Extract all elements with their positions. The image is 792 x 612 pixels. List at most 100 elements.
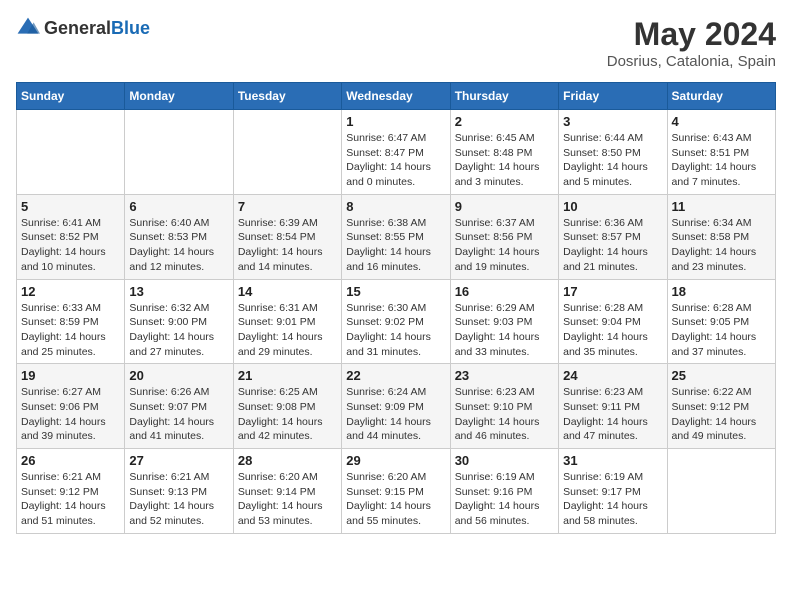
weekday-header-sunday: Sunday <box>17 83 125 110</box>
day-info: Sunrise: 6:23 AMSunset: 9:10 PMDaylight:… <box>455 385 554 444</box>
calendar-cell <box>125 110 233 195</box>
day-number: 17 <box>563 284 662 299</box>
calendar-cell: 2Sunrise: 6:45 AMSunset: 8:48 PMDaylight… <box>450 110 558 195</box>
calendar-table: SundayMondayTuesdayWednesdayThursdayFrid… <box>16 82 776 534</box>
day-info: Sunrise: 6:20 AMSunset: 9:15 PMDaylight:… <box>346 470 445 529</box>
day-info: Sunrise: 6:41 AMSunset: 8:52 PMDaylight:… <box>21 216 120 275</box>
day-info: Sunrise: 6:26 AMSunset: 9:07 PMDaylight:… <box>129 385 228 444</box>
weekday-header-friday: Friday <box>559 83 667 110</box>
calendar-cell: 26 Sunrise: 6:21 AMSunset: 9:12 PMDayligh… <box>17 449 125 534</box>
calendar-cell: 7 Sunrise: 6:39 AMSunset: 8:54 PMDaylight… <box>233 194 341 279</box>
calendar-week-5: 26 Sunrise: 6:21 AMSunset: 9:12 PMDayligh… <box>17 449 776 534</box>
calendar-cell: 27 Sunrise: 6:21 AMSunset: 9:13 PMDayligh… <box>125 449 233 534</box>
logo-blue: Blue <box>111 18 150 38</box>
day-info: Sunrise: 6:23 AMSunset: 9:11 PMDaylight:… <box>563 385 662 444</box>
day-info: Sunrise: 6:19 AMSunset: 9:16 PMDaylight:… <box>455 470 554 529</box>
day-number: 5 <box>21 199 120 214</box>
page-header: GeneralBlue May 2024 Dosrius, Catalonia,… <box>16 16 776 70</box>
day-info: Sunrise: 6:36 AMSunset: 8:57 PMDaylight:… <box>563 216 662 275</box>
day-info: Sunrise: 6:27 AMSunset: 9:06 PMDaylight:… <box>21 385 120 444</box>
calendar-cell: 17Sunrise: 6:28 AMSunset: 9:04 PMDayligh… <box>559 279 667 364</box>
calendar-cell <box>667 449 775 534</box>
calendar-cell: 24 Sunrise: 6:23 AMSunset: 9:11 PMDayligh… <box>559 364 667 449</box>
day-info: Sunrise: 6:32 AMSunset: 9:00 PMDaylight:… <box>129 301 228 360</box>
day-info: Sunrise: 6:38 AMSunset: 8:55 PMDaylight:… <box>346 216 445 275</box>
calendar-cell: 20 Sunrise: 6:26 AMSunset: 9:07 PMDayligh… <box>125 364 233 449</box>
calendar-week-4: 19 Sunrise: 6:27 AMSunset: 9:06 PMDayligh… <box>17 364 776 449</box>
calendar-header-row: SundayMondayTuesdayWednesdayThursdayFrid… <box>17 83 776 110</box>
day-number: 1 <box>346 114 445 129</box>
day-number: 27 <box>129 453 228 468</box>
day-info: Sunrise: 6:20 AMSunset: 9:14 PMDaylight:… <box>238 470 337 529</box>
calendar-cell: 15 Sunrise: 6:30 AMSunset: 9:02 PMDayligh… <box>342 279 450 364</box>
weekday-header-tuesday: Tuesday <box>233 83 341 110</box>
calendar-cell: 22Sunrise: 6:24 AMSunset: 9:09 PMDayligh… <box>342 364 450 449</box>
calendar-cell: 11Sunrise: 6:34 AMSunset: 8:58 PMDayligh… <box>667 194 775 279</box>
calendar-cell: 21 Sunrise: 6:25 AMSunset: 9:08 PMDayligh… <box>233 364 341 449</box>
day-number: 21 <box>238 368 337 383</box>
calendar-cell: 3 Sunrise: 6:44 AMSunset: 8:50 PMDaylight… <box>559 110 667 195</box>
calendar-cell: 29 Sunrise: 6:20 AMSunset: 9:15 PMDayligh… <box>342 449 450 534</box>
day-info: Sunrise: 6:37 AMSunset: 8:56 PMDaylight:… <box>455 216 554 275</box>
day-info: Sunrise: 6:22 AMSunset: 9:12 PMDaylight:… <box>672 385 771 444</box>
day-info: Sunrise: 6:45 AMSunset: 8:48 PMDaylight:… <box>455 131 554 190</box>
calendar-cell: 23Sunrise: 6:23 AMSunset: 9:10 PMDayligh… <box>450 364 558 449</box>
day-number: 9 <box>455 199 554 214</box>
day-number: 8 <box>346 199 445 214</box>
logo: GeneralBlue <box>16 16 150 40</box>
calendar-week-2: 5 Sunrise: 6:41 AMSunset: 8:52 PMDaylight… <box>17 194 776 279</box>
day-info: Sunrise: 6:19 AMSunset: 9:17 PMDaylight:… <box>563 470 662 529</box>
day-info: Sunrise: 6:30 AMSunset: 9:02 PMDaylight:… <box>346 301 445 360</box>
day-info: Sunrise: 6:44 AMSunset: 8:50 PMDaylight:… <box>563 131 662 190</box>
day-info: Sunrise: 6:28 AMSunset: 9:05 PMDaylight:… <box>672 301 771 360</box>
day-number: 7 <box>238 199 337 214</box>
day-number: 19 <box>21 368 120 383</box>
calendar-cell: 16 Sunrise: 6:29 AMSunset: 9:03 PMDayligh… <box>450 279 558 364</box>
calendar-cell: 9 Sunrise: 6:37 AMSunset: 8:56 PMDaylight… <box>450 194 558 279</box>
logo-icon <box>16 16 40 40</box>
calendar-week-3: 12 Sunrise: 6:33 AMSunset: 8:59 PMDayligh… <box>17 279 776 364</box>
calendar-cell: 19 Sunrise: 6:27 AMSunset: 9:06 PMDayligh… <box>17 364 125 449</box>
calendar-cell: 14Sunrise: 6:31 AMSunset: 9:01 PMDayligh… <box>233 279 341 364</box>
day-number: 15 <box>346 284 445 299</box>
day-number: 22 <box>346 368 445 383</box>
day-number: 3 <box>563 114 662 129</box>
day-number: 13 <box>129 284 228 299</box>
weekday-header-wednesday: Wednesday <box>342 83 450 110</box>
location-subtitle: Dosrius, Catalonia, Spain <box>607 53 776 70</box>
day-info: Sunrise: 6:39 AMSunset: 8:54 PMDaylight:… <box>238 216 337 275</box>
day-info: Sunrise: 6:25 AMSunset: 9:08 PMDaylight:… <box>238 385 337 444</box>
calendar-cell: 31Sunrise: 6:19 AMSunset: 9:17 PMDayligh… <box>559 449 667 534</box>
main-title: May 2024 <box>607 16 776 53</box>
day-number: 12 <box>21 284 120 299</box>
day-number: 24 <box>563 368 662 383</box>
calendar-cell: 8 Sunrise: 6:38 AMSunset: 8:55 PMDaylight… <box>342 194 450 279</box>
day-number: 26 <box>21 453 120 468</box>
day-number: 16 <box>455 284 554 299</box>
day-number: 25 <box>672 368 771 383</box>
calendar-cell: 12 Sunrise: 6:33 AMSunset: 8:59 PMDayligh… <box>17 279 125 364</box>
weekday-header-monday: Monday <box>125 83 233 110</box>
day-info: Sunrise: 6:21 AMSunset: 9:12 PMDaylight:… <box>21 470 120 529</box>
day-number: 29 <box>346 453 445 468</box>
calendar-cell: 4Sunrise: 6:43 AMSunset: 8:51 PMDaylight… <box>667 110 775 195</box>
day-info: Sunrise: 6:21 AMSunset: 9:13 PMDaylight:… <box>129 470 228 529</box>
calendar-cell <box>233 110 341 195</box>
day-number: 14 <box>238 284 337 299</box>
day-number: 20 <box>129 368 228 383</box>
calendar-cell: 18Sunrise: 6:28 AMSunset: 9:05 PMDayligh… <box>667 279 775 364</box>
calendar-cell: 6Sunrise: 6:40 AMSunset: 8:53 PMDaylight… <box>125 194 233 279</box>
day-info: Sunrise: 6:43 AMSunset: 8:51 PMDaylight:… <box>672 131 771 190</box>
calendar-cell: 10 Sunrise: 6:36 AMSunset: 8:57 PMDayligh… <box>559 194 667 279</box>
calendar-cell <box>17 110 125 195</box>
day-info: Sunrise: 6:47 AMSunset: 8:47 PMDaylight:… <box>346 131 445 190</box>
day-info: Sunrise: 6:29 AMSunset: 9:03 PMDaylight:… <box>455 301 554 360</box>
calendar-cell: 13 Sunrise: 6:32 AMSunset: 9:00 PMDayligh… <box>125 279 233 364</box>
calendar-cell: 5 Sunrise: 6:41 AMSunset: 8:52 PMDaylight… <box>17 194 125 279</box>
calendar-cell: 1 Sunrise: 6:47 AMSunset: 8:47 PMDaylight… <box>342 110 450 195</box>
day-number: 28 <box>238 453 337 468</box>
day-number: 6 <box>129 199 228 214</box>
day-number: 10 <box>563 199 662 214</box>
title-block: May 2024 Dosrius, Catalonia, Spain <box>607 16 776 70</box>
day-info: Sunrise: 6:33 AMSunset: 8:59 PMDaylight:… <box>21 301 120 360</box>
